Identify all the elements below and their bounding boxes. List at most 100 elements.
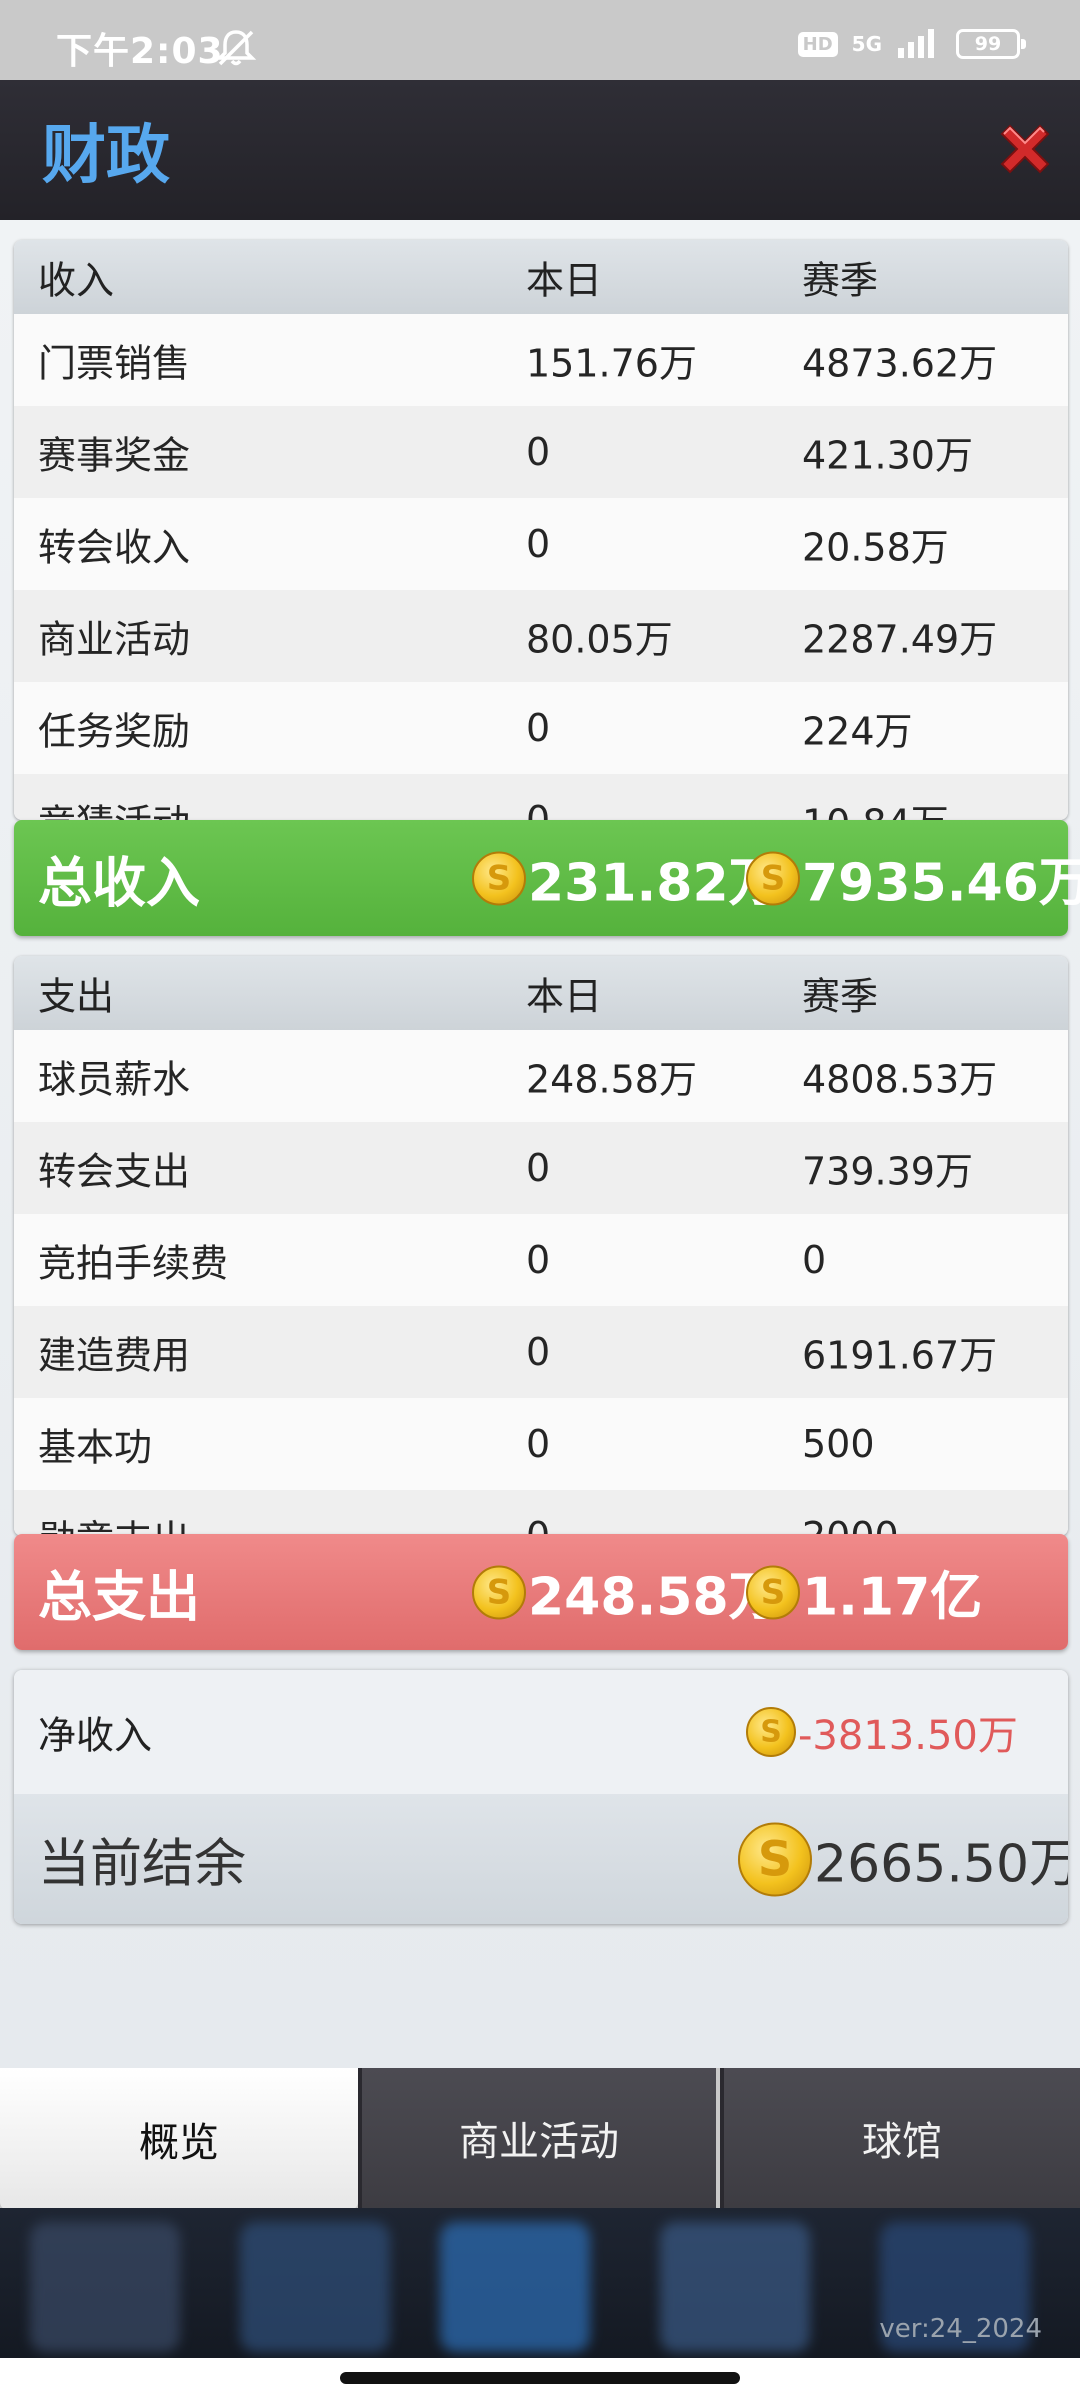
income-table: 收入 本日 赛季 门票销售 151.76万 4873.62万 赛事奖金 0 42…	[14, 240, 1068, 820]
blurred-finance-icon	[240, 2222, 390, 2352]
row-name: 转会支出	[38, 1149, 191, 1194]
income-header: 收入 本日 赛季	[14, 240, 1068, 314]
row-season: 4808.53万	[802, 1057, 998, 1102]
coin-icon	[746, 1565, 800, 1619]
status-time: 下午2:03	[56, 31, 224, 72]
table-row: 竞拍手续费 0 0	[14, 1214, 1068, 1306]
expense-header-category: 支出	[38, 974, 115, 1019]
table-row: 商业活动 80.05万 2287.49万	[14, 590, 1068, 682]
status-indicators: HD 5G 99	[797, 26, 1026, 62]
row-season: 0	[802, 1238, 827, 1282]
signal-icon	[896, 26, 942, 62]
row-today: 0	[526, 1146, 551, 1190]
expense-table: 支出 本日 赛季 球员薪水 248.58万 4808.53万 转会支出 0 73…	[14, 956, 1068, 1536]
coin-icon	[738, 1822, 812, 1896]
game-background: ver:24_2024	[0, 2208, 1080, 2358]
tab-business[interactable]: 商业活动	[358, 2068, 716, 2208]
row-name: 任务奖励	[38, 709, 191, 754]
battery-icon: 99	[956, 29, 1026, 59]
income-rows[interactable]: 门票销售 151.76万 4873.62万 赛事奖金 0 421.30万 转会收…	[14, 314, 1068, 820]
blurred-chat-icon	[660, 2222, 810, 2352]
row-name: 球员薪水	[38, 1057, 191, 1102]
total-income-bar: 总收入 231.82万 7935.46万	[14, 820, 1080, 936]
blurred-stadium-icon	[440, 2222, 590, 2352]
row-season: 500	[802, 1422, 875, 1466]
row-season: 20.58万	[802, 525, 949, 570]
mute-bell-icon	[214, 28, 258, 72]
table-row: 转会收入 0 20.58万	[14, 498, 1068, 590]
row-name: 门票销售	[38, 341, 191, 386]
table-row: 转会支出 0 739.39万	[14, 1122, 1068, 1214]
income-header-category: 收入	[38, 258, 115, 303]
hd-badge: HD	[797, 31, 838, 57]
total-expense-today: 248.58万	[472, 1555, 781, 1630]
table-row: 球员薪水 248.58万 4808.53万	[14, 1030, 1068, 1122]
system-nav-area	[0, 2358, 1080, 2400]
row-season: 2287.49万	[802, 617, 998, 662]
total-income-season-value: 7935.46万	[802, 853, 1080, 914]
row-name: 商业活动	[38, 617, 191, 662]
income-header-season: 赛季	[802, 258, 879, 303]
total-income-today: 231.82万	[472, 841, 781, 916]
table-row: 建造费用 0 6191.67万	[14, 1306, 1068, 1398]
row-season: 2000	[802, 1514, 899, 1536]
row-season: 421.30万	[802, 433, 973, 478]
page-title: 财政	[42, 119, 170, 193]
balance-label: 当前结余	[38, 1834, 247, 1895]
row-season: 4873.62万	[802, 341, 998, 386]
total-income-today-value: 231.82万	[528, 853, 781, 914]
income-header-today: 本日	[526, 258, 603, 303]
row-name: 竞拍手续费	[38, 1241, 229, 1286]
coin-icon	[472, 851, 526, 905]
coin-icon	[746, 851, 800, 905]
row-today: 0	[526, 706, 551, 750]
network-label: 5G	[851, 32, 882, 56]
expense-header: 支出 本日 赛季	[14, 956, 1068, 1030]
row-today: 80.05万	[526, 617, 673, 662]
title-bar: 财政	[0, 80, 1080, 220]
close-icon	[1000, 124, 1050, 174]
blurred-home-icon	[30, 2222, 180, 2352]
total-expense-season: 1.17亿	[746, 1555, 982, 1630]
table-row: 竞猜活动 0 10.84万	[14, 774, 1068, 820]
row-today: 0	[526, 1238, 551, 1282]
row-name: 勋章支出	[38, 1509, 190, 1537]
table-row: 勋章支出 0 2000	[14, 1490, 1068, 1536]
row-name: 建造费用	[38, 1333, 191, 1378]
bottom-tabs: 概览 商业活动 球馆	[0, 2068, 1080, 2210]
total-expense-today-value: 248.58万	[528, 1567, 781, 1628]
balance-row: 当前结余 2665.50万	[14, 1794, 1068, 1924]
row-season: 10.84万	[802, 793, 949, 821]
expense-header-today: 本日	[526, 974, 603, 1019]
row-today: 0	[526, 1422, 551, 1466]
total-expense-bar: 总支出 248.58万 1.17亿	[14, 1534, 1068, 1650]
row-season: 6191.67万	[802, 1333, 998, 1378]
table-row: 赛事奖金 0 421.30万	[14, 406, 1068, 498]
status-bar: 下午2:03 HD 5G 99	[0, 0, 1080, 80]
tab-stadium[interactable]: 球馆	[720, 2068, 1080, 2208]
net-income-value: -3813.50万	[746, 1703, 1018, 1761]
row-today: 0	[526, 1330, 551, 1374]
balance-amount: 2665.50万	[814, 1834, 1068, 1895]
expense-rows[interactable]: 球员薪水 248.58万 4808.53万 转会支出 0 739.39万 竞拍手…	[14, 1030, 1068, 1536]
total-expense-label: 总支出	[38, 1565, 200, 1629]
total-income-label: 总收入	[38, 851, 200, 915]
row-name: 基本功	[38, 1425, 153, 1470]
row-today: 248.58万	[526, 1057, 697, 1102]
total-income-season: 7935.46万	[746, 841, 1080, 916]
home-indicator[interactable]	[340, 2372, 740, 2384]
tab-overview[interactable]: 概览	[0, 2068, 358, 2210]
table-row: 任务奖励 0 224万	[14, 682, 1068, 774]
net-income-amount: -3813.50万	[798, 1713, 1018, 1759]
close-button[interactable]	[992, 116, 1058, 182]
table-row: 门票销售 151.76万 4873.62万	[14, 314, 1068, 406]
row-today: 0	[526, 522, 551, 566]
row-name: 转会收入	[38, 525, 191, 570]
coin-icon	[472, 1565, 526, 1619]
row-name: 赛事奖金	[38, 433, 191, 478]
row-today: 0	[526, 1514, 551, 1536]
net-income-label: 净收入	[38, 1713, 153, 1758]
finance-summary: 净收入 -3813.50万 当前结余 2665.50万	[14, 1670, 1068, 1924]
net-income-row: 净收入 -3813.50万	[14, 1670, 1068, 1794]
row-season: 739.39万	[802, 1149, 973, 1194]
